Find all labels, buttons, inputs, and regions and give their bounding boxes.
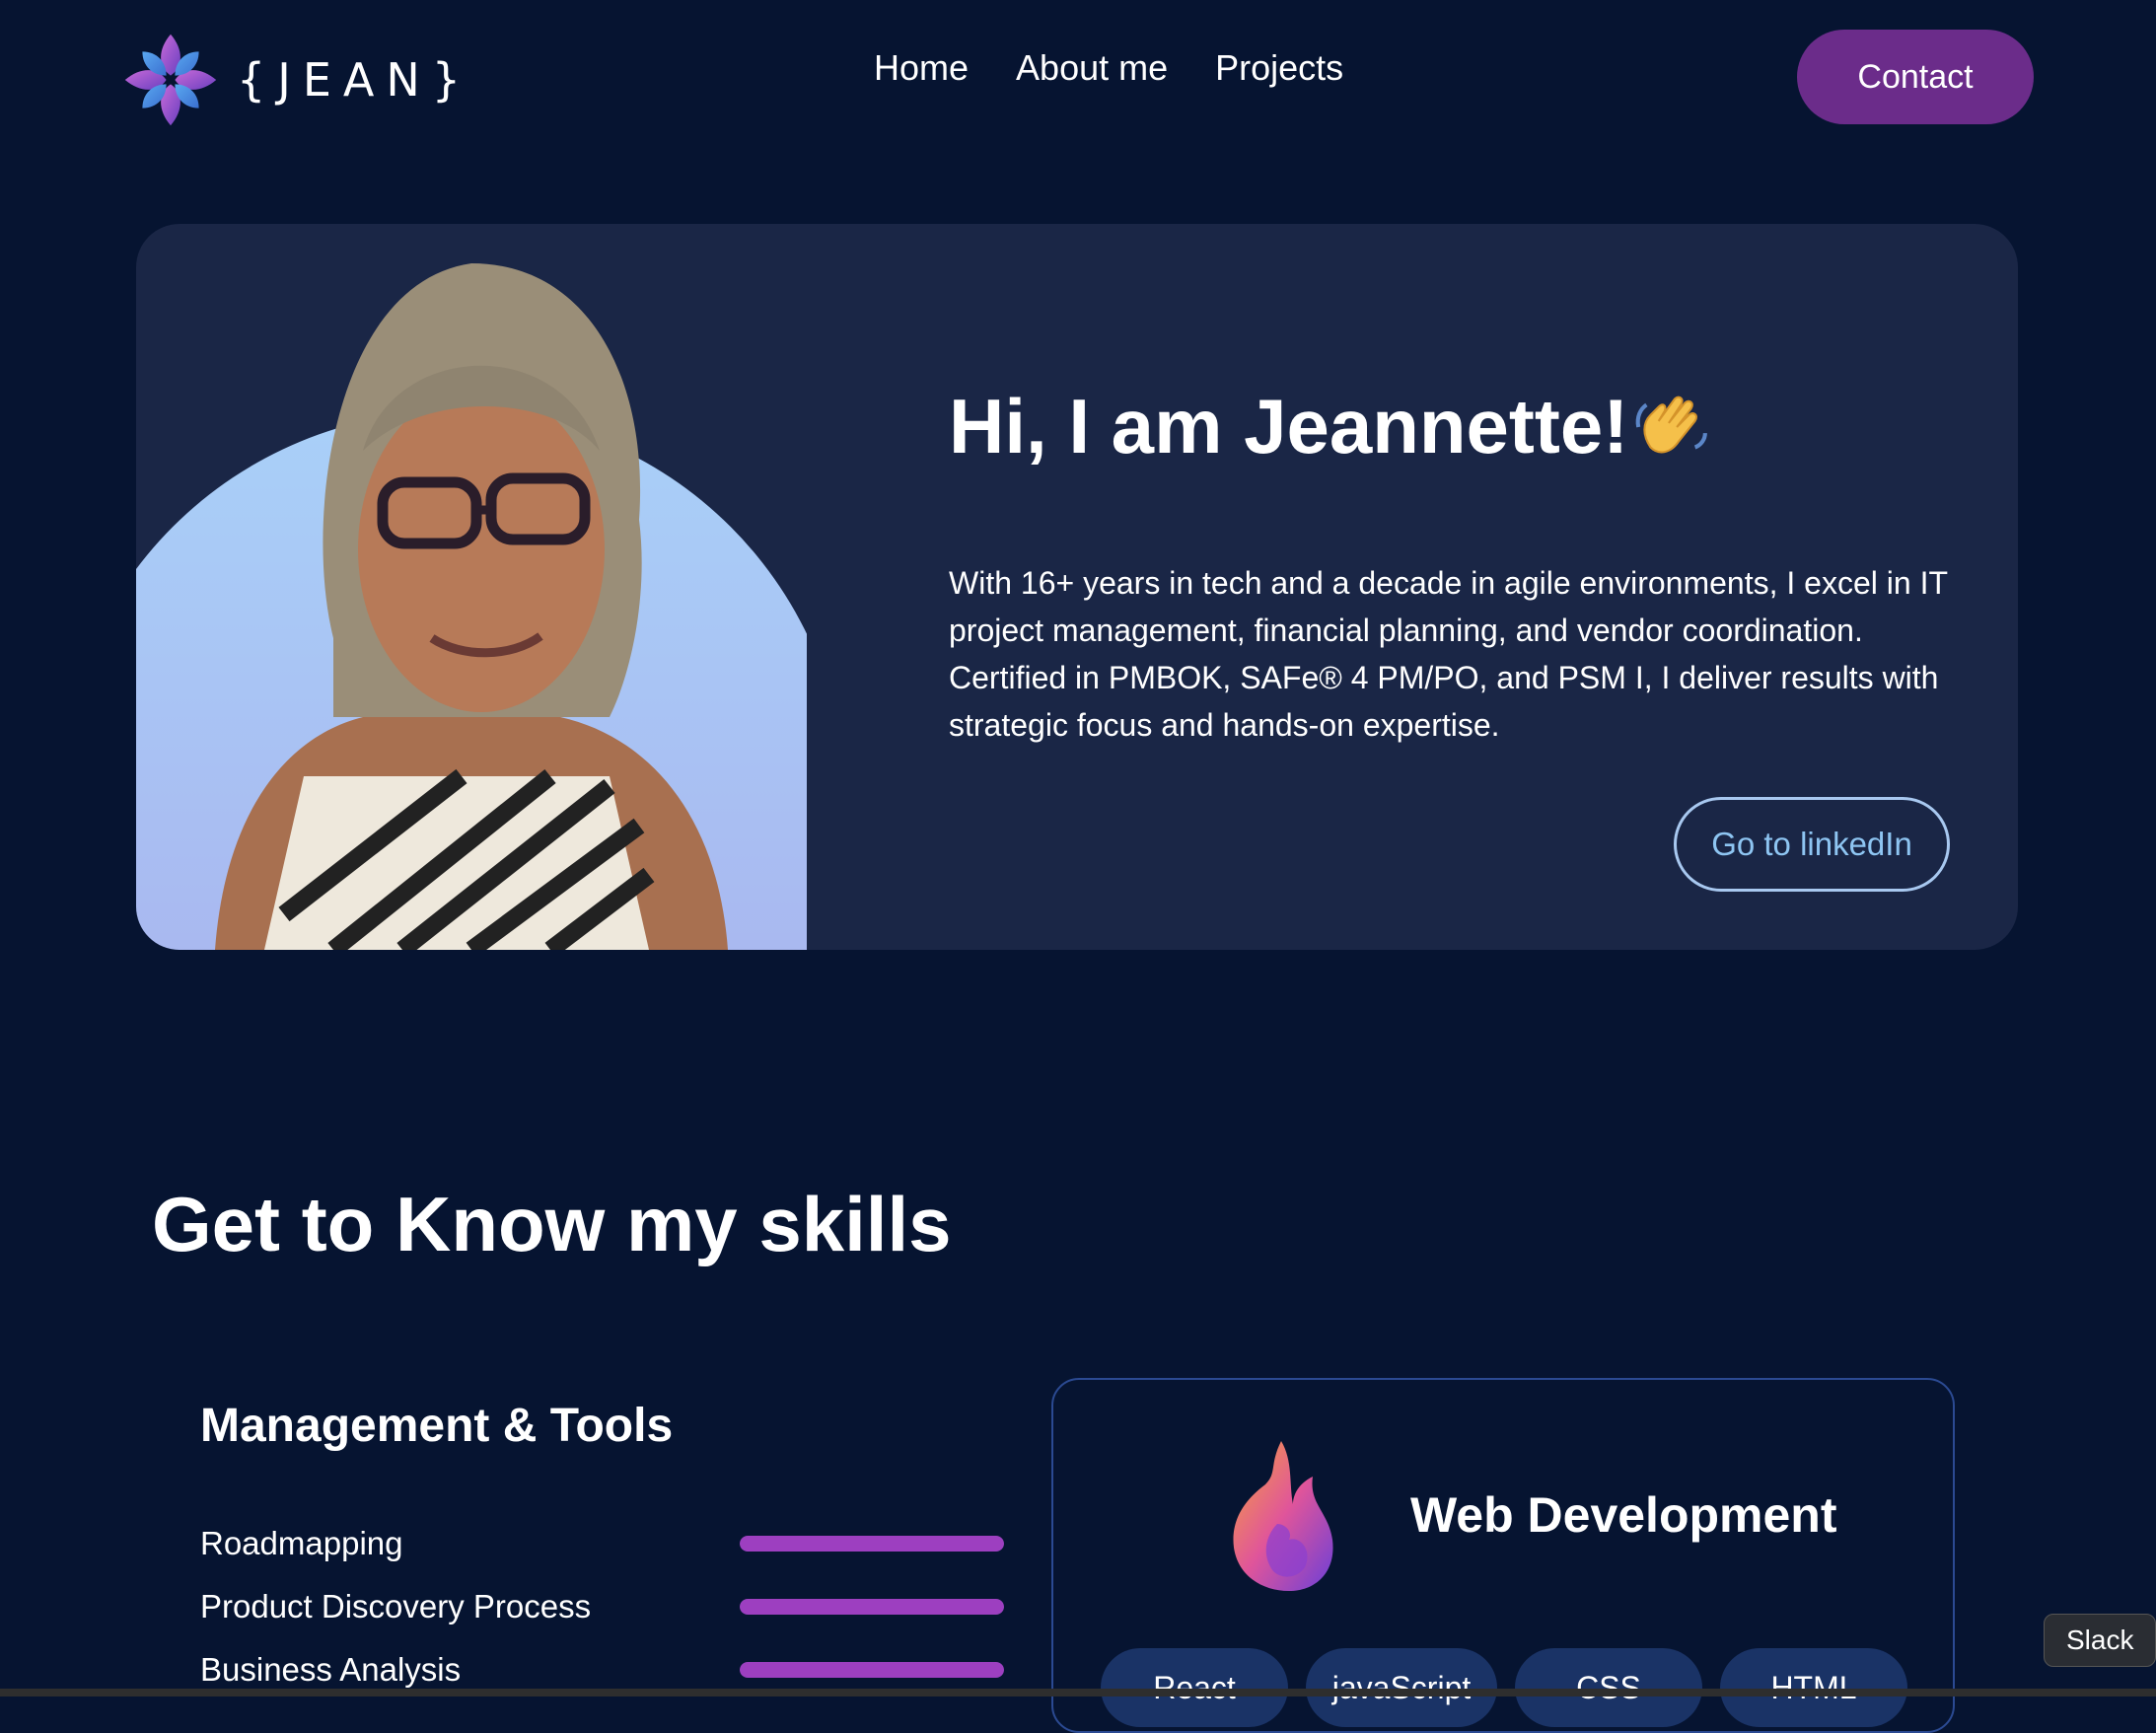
nav-projects[interactable]: Projects: [1215, 47, 1343, 89]
slack-tooltip: Slack: [2044, 1614, 2156, 1667]
waving-hand-icon: [1635, 396, 1708, 453]
skill-bar-fill: [740, 1599, 1004, 1615]
skill-chip-html[interactable]: HTML: [1720, 1648, 1907, 1727]
skill-chip-css[interactable]: CSS: [1515, 1648, 1702, 1727]
main-nav: Home About me Projects: [874, 47, 1343, 89]
skill-bar-fill: [740, 1536, 1004, 1552]
profile-photo: [136, 263, 807, 950]
skill-row-product-discovery: Product Discovery Process: [200, 1588, 1004, 1625]
nav-home[interactable]: Home: [874, 47, 969, 89]
skill-bar: [740, 1662, 1004, 1678]
skill-bar: [740, 1599, 1004, 1615]
skill-label: Roadmapping: [200, 1525, 403, 1561]
skill-bar-fill: [740, 1662, 1004, 1678]
nav-about[interactable]: About me: [1016, 47, 1168, 89]
management-tools-title: Management & Tools: [200, 1400, 674, 1452]
skill-bar: [740, 1536, 1004, 1552]
brand-logo[interactable]: {JEAN}: [116, 26, 472, 134]
hero-title: Hi, I am Jeannette!: [949, 382, 1711, 471]
web-development-card: Web Development React javaScript CSS HTM…: [1051, 1378, 1955, 1733]
window-bottom-edge: [0, 1689, 2156, 1697]
skill-row-business-analysis: Business Analysis: [200, 1651, 1004, 1689]
hero-card: Hi, I am Jeannette! With 16+ years in te…: [136, 224, 2018, 950]
skill-chip-react[interactable]: React: [1101, 1648, 1288, 1727]
skill-row-roadmapping: Roadmapping: [200, 1525, 1004, 1562]
skill-chip-javascript[interactable]: javaScript: [1306, 1648, 1497, 1727]
hero-bio: With 16+ years in tech and a decade in a…: [949, 565, 1948, 743]
web-development-title: Web Development: [1410, 1487, 1837, 1543]
hero-title-text: Hi, I am Jeannette!: [949, 383, 1629, 469]
linkedin-button[interactable]: Go to linkedIn: [1674, 797, 1950, 892]
skill-label: Product Discovery Process: [200, 1588, 592, 1625]
contact-button[interactable]: Contact: [1797, 30, 2034, 124]
skills-section-title: Get to Know my skills: [152, 1181, 952, 1267]
skill-label: Business Analysis: [200, 1651, 462, 1688]
flower-logo-icon: [124, 34, 217, 126]
brand-name: {JEAN}: [237, 53, 473, 107]
flame-icon: [1233, 1441, 1333, 1591]
